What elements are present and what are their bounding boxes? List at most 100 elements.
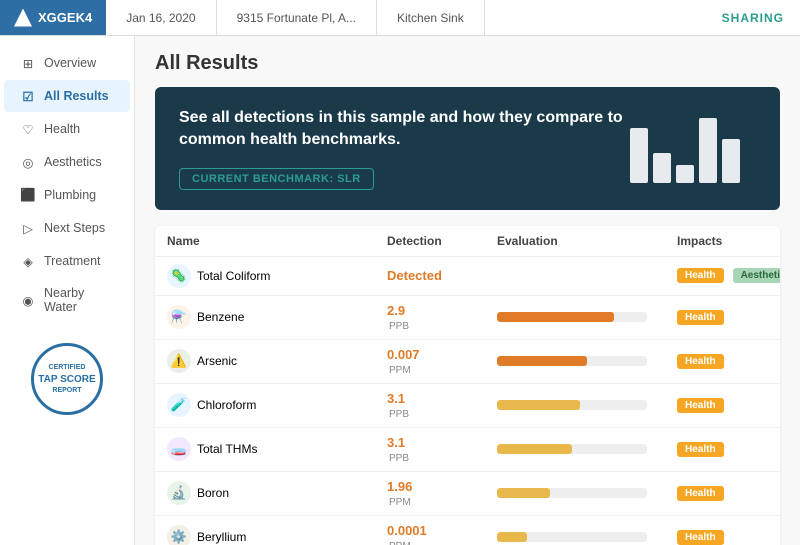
row-detection-cell: 1.96PPM [387, 479, 497, 508]
row-detection-cell: 3.1PPB [387, 435, 497, 464]
location-icon: ◉ [20, 292, 36, 308]
sidebar-item-nearby-water[interactable]: ◉ Nearby Water [4, 278, 130, 322]
eval-bar-container [497, 444, 647, 454]
row-tags-cell: Health [677, 530, 780, 545]
eval-bar-container [497, 400, 647, 410]
layout: ⊞ Overview ☑ All Results ♡ Health ◎ Aest… [0, 36, 800, 545]
impact-tag: Health [677, 486, 724, 501]
table-row[interactable]: 🧫Total THMs3.1PPBHealth [155, 428, 780, 472]
sidebar-item-label: Next Steps [44, 221, 105, 235]
row-name: Boron [197, 486, 229, 500]
row-name-cell: ⚠️Arsenic [167, 349, 387, 373]
sidebar-cert: CERTIFIED TAP SCORE REPORT [0, 323, 134, 415]
col-header-name: Name [167, 234, 387, 248]
row-eval-cell [497, 400, 677, 410]
impact-tag: Health [677, 268, 724, 283]
col-header-evaluation: Evaluation [497, 234, 677, 248]
row-eval-cell [497, 488, 677, 498]
sidebar-item-next-steps[interactable]: ▷ Next Steps [4, 212, 130, 244]
row-detection-cell: Detected [387, 268, 497, 283]
row-name-cell: ⚙️ Beryllium [167, 525, 387, 545]
detection-value: 1.96PPM [387, 479, 412, 508]
eval-bar [497, 488, 550, 498]
table-row[interactable]: ⚠️Arsenic0.007PPM Health [155, 340, 780, 384]
cert-line2: TAP SCORE [38, 373, 95, 386]
row-detection-cell: 0.007PPM [387, 347, 497, 376]
eval-bar [497, 532, 527, 542]
chart-bar-1 [630, 128, 648, 183]
chart-bar-4 [699, 118, 717, 183]
row-icon: 🧪 [167, 393, 191, 417]
cert-line1: CERTIFIED [49, 363, 86, 372]
eval-bar [497, 312, 614, 322]
row-eval-cell [497, 532, 677, 542]
benchmark-button[interactable]: CURRENT BENCHMARK: SLR [179, 168, 374, 190]
sidebar-item-all-results[interactable]: ☑ All Results [4, 80, 130, 112]
sharing-button[interactable]: SHARING [706, 11, 800, 25]
row-icon: ⚠️ [167, 349, 191, 373]
row-name-cell: 🧪 Chloroform [167, 393, 387, 417]
table-body: 🦠Total ColiformDetectedHealthAesthetic⚗️… [155, 257, 780, 545]
row-icon: 🔬 [167, 481, 191, 505]
topbar-address: 9315 Fortunate Pl, A... [217, 0, 377, 36]
detection-value: 3.1PPB [387, 435, 409, 464]
row-tags-cell: Health Aesthetic [677, 268, 780, 283]
row-detection-cell: 3.1PPB [387, 391, 497, 420]
topbar-fields: Jan 16, 2020 9315 Fortunate Pl, A... Kit… [106, 0, 705, 36]
impact-tag: Aesthetic [733, 268, 780, 283]
table-row[interactable]: 🧪 Chloroform 3.1PPB Health [155, 384, 780, 428]
row-eval-cell [497, 312, 677, 322]
results-table: Name Detection Evaluation Impacts 🦠Total… [155, 226, 780, 545]
row-tags-cell: Health [677, 354, 780, 369]
table-row[interactable]: ⚗️Benzene2.9PPBHealth [155, 296, 780, 340]
table-row[interactable]: ⚙️ Beryllium 0.0001PPM Health [155, 516, 780, 545]
row-tags-cell: Health [677, 486, 780, 501]
topbar-date: Jan 16, 2020 [106, 0, 216, 36]
play-icon: ▷ [20, 220, 36, 236]
table-row[interactable]: 🦠Total ColiformDetectedHealthAesthetic [155, 257, 780, 296]
sidebar-item-label: Treatment [44, 254, 101, 268]
row-name: Chloroform [197, 398, 256, 412]
row-tags-cell: Health [677, 442, 780, 457]
row-detection-cell: 0.0001PPM [387, 523, 497, 545]
sidebar-item-aesthetics[interactable]: ◎ Aesthetics [4, 146, 130, 178]
row-name: Total Coliform [197, 269, 270, 283]
eval-bar [497, 444, 572, 454]
row-icon: ⚗️ [167, 305, 191, 329]
sidebar-item-label: Plumbing [44, 188, 96, 202]
logo-icon [14, 9, 32, 27]
topbar: XGGEK4 Jan 16, 2020 9315 Fortunate Pl, A… [0, 0, 800, 36]
impact-tag: Health [677, 310, 724, 325]
eval-bar [497, 400, 580, 410]
eval-bar-container [497, 312, 647, 322]
detection-value: 0.0001PPM [387, 523, 427, 545]
topbar-logo: XGGEK4 [0, 0, 106, 35]
banner-text: See all detections in this sample and ho… [179, 107, 630, 190]
sidebar-item-overview[interactable]: ⊞ Overview [4, 47, 130, 79]
logo-text: XGGEK4 [38, 10, 92, 25]
table-row[interactable]: 🔬 Boron 1.96PPM Health [155, 472, 780, 516]
row-tags-cell: Health [677, 398, 780, 413]
impact-tag: Health [677, 354, 724, 369]
grid-icon: ⊞ [20, 55, 36, 71]
banner: See all detections in this sample and ho… [155, 87, 780, 210]
sidebar-item-plumbing[interactable]: ⬛ Plumbing [4, 179, 130, 211]
row-icon: 🧫 [167, 437, 191, 461]
row-tags-cell: Health [677, 310, 780, 325]
sidebar-item-label: Aesthetics [44, 155, 102, 169]
sidebar-item-health[interactable]: ♡ Health [4, 113, 130, 145]
sidebar-item-treatment[interactable]: ◈ Treatment [4, 245, 130, 277]
health-icon: ♡ [20, 121, 36, 137]
row-name: Beryllium [197, 530, 246, 544]
row-eval-cell [497, 356, 677, 366]
banner-chart [630, 113, 740, 183]
impact-tag: Health [677, 530, 724, 545]
detection-value: 3.1PPB [387, 391, 409, 420]
sidebar-item-label: Nearby Water [44, 286, 114, 314]
row-name-cell: ⚗️Benzene [167, 305, 387, 329]
row-icon: ⚙️ [167, 525, 191, 545]
sidebar-item-label: Overview [44, 56, 96, 70]
topbar-location: Kitchen Sink [377, 0, 485, 36]
page-title: All Results [155, 52, 780, 75]
checkbox-icon: ☑ [20, 88, 36, 104]
